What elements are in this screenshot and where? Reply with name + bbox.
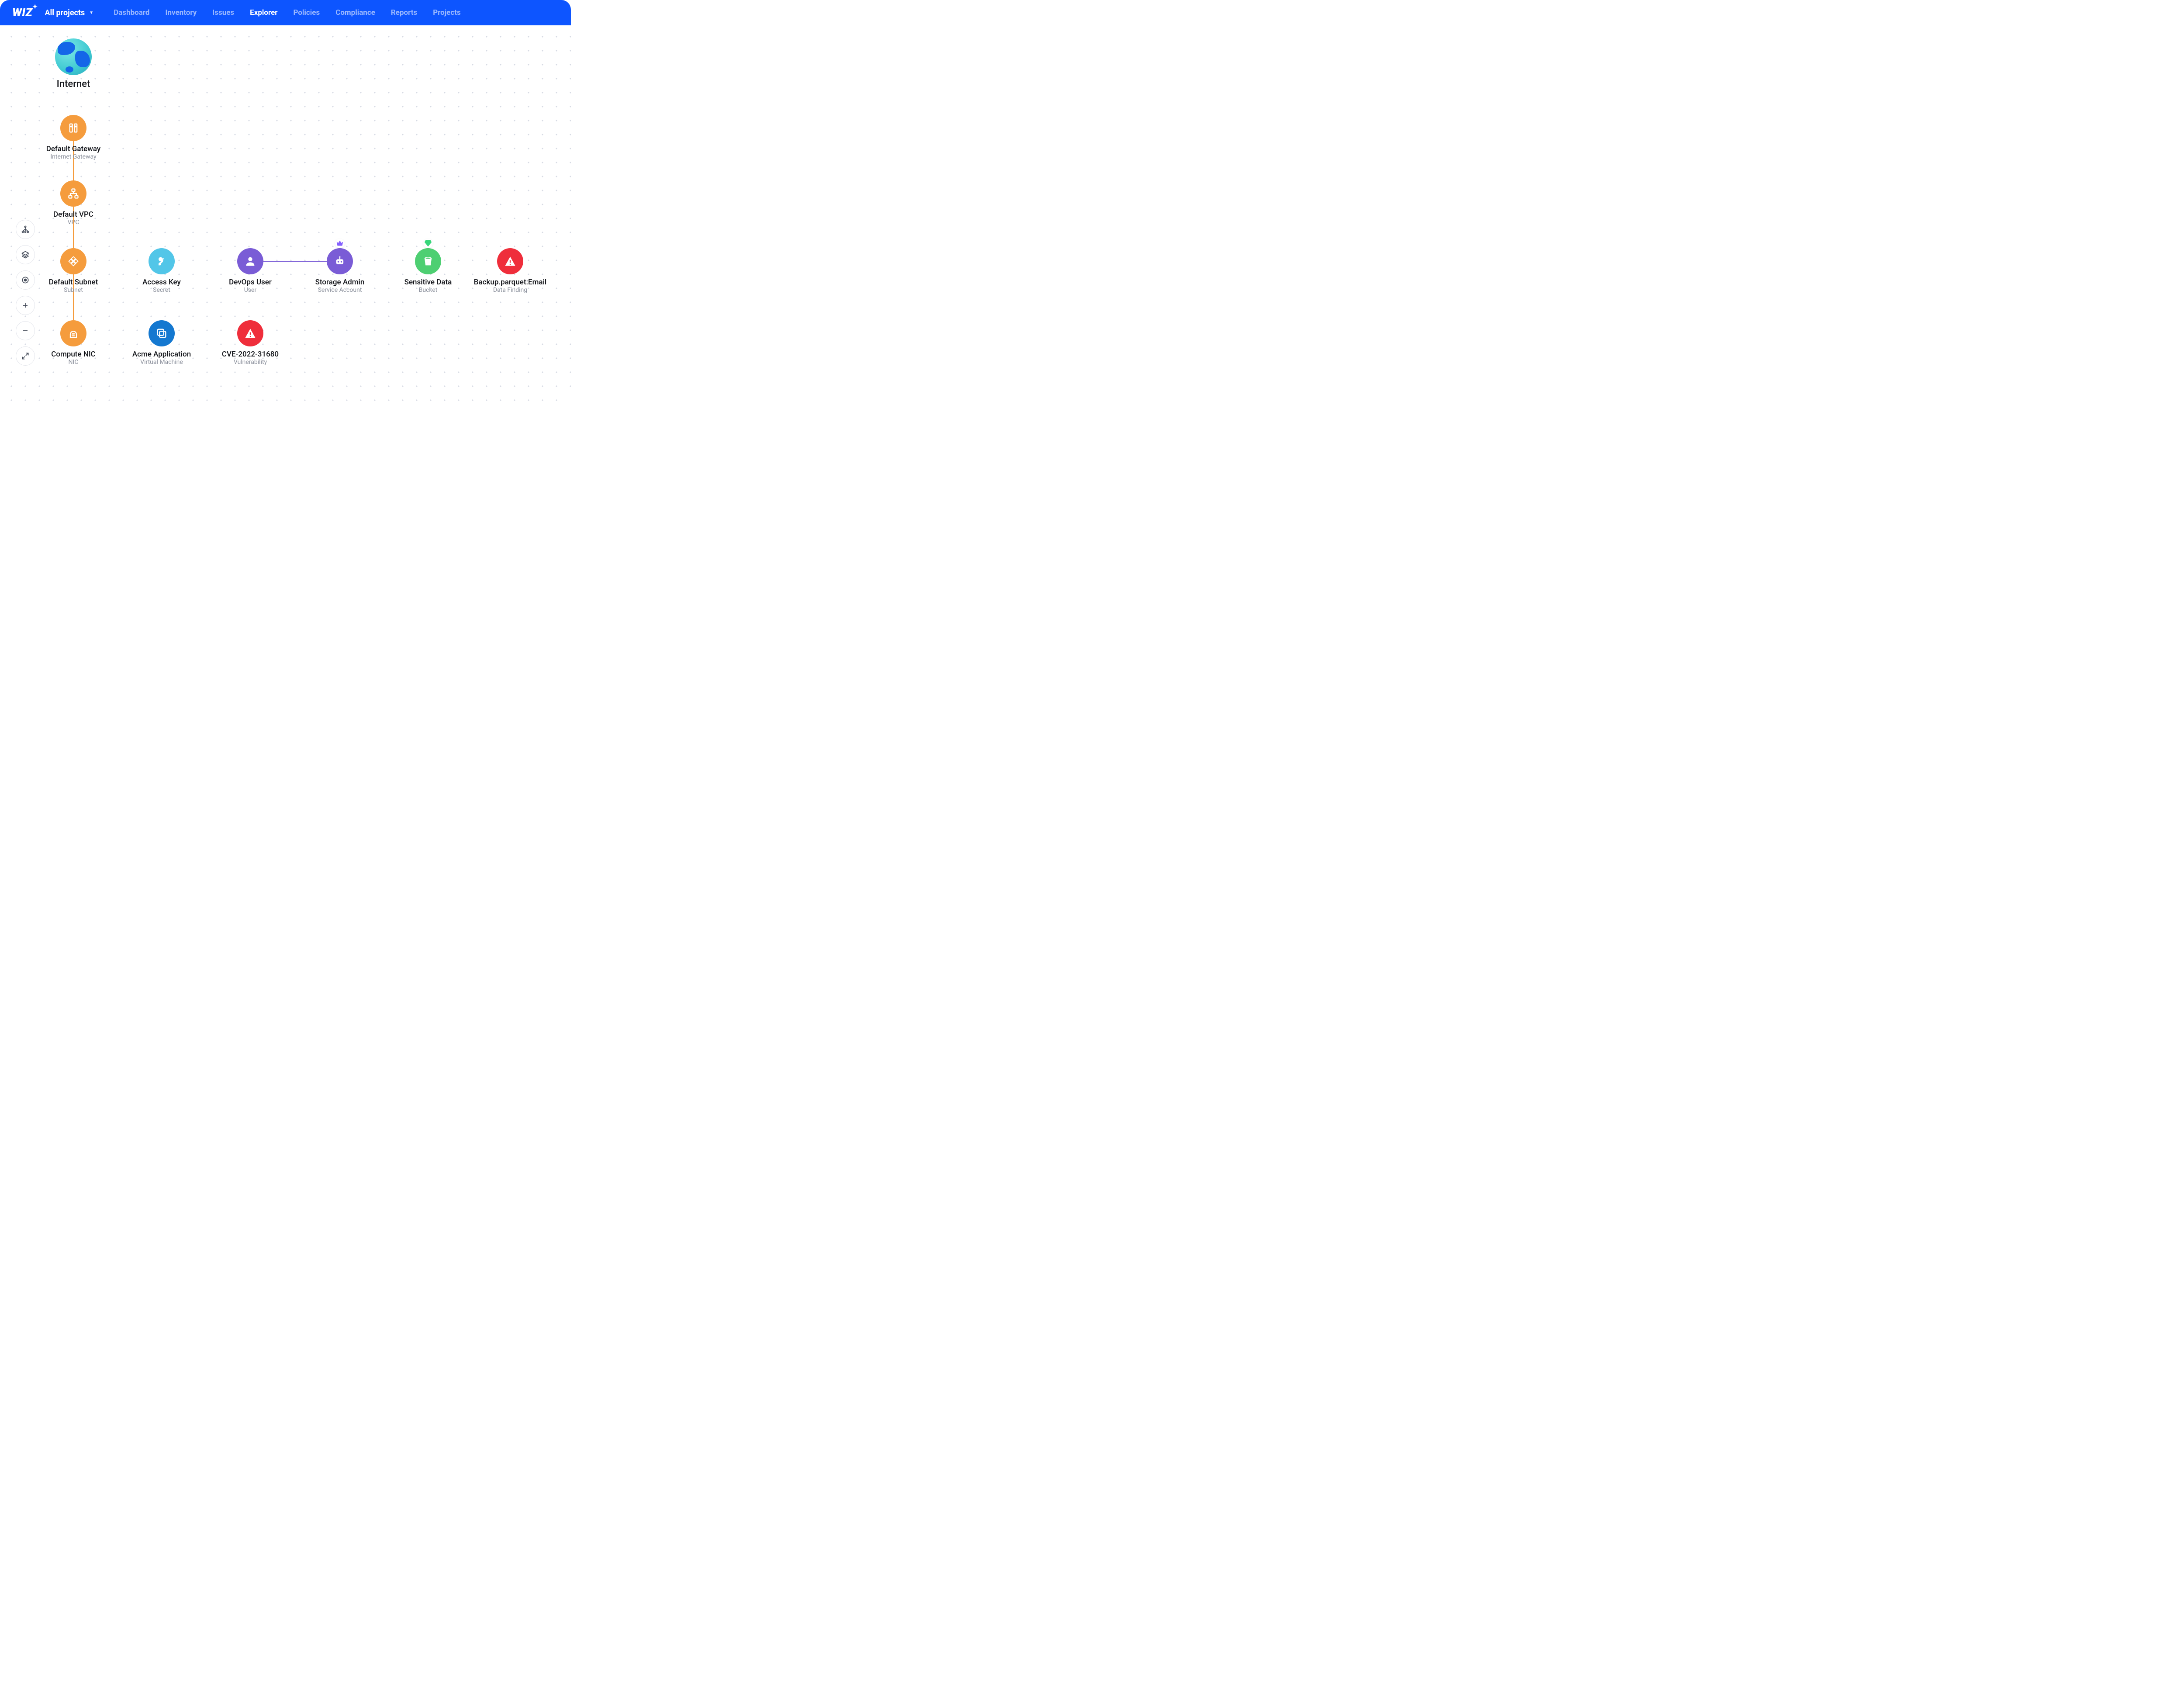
brand-logo[interactable]: WIZ ✦ (12, 6, 32, 19)
nav-issues[interactable]: Issues (212, 8, 234, 17)
node-label: Backup.parquet:Email (474, 278, 547, 287)
alert-icon (237, 320, 263, 346)
node-sublabel: Vulnerability (234, 359, 267, 366)
key-icon (149, 248, 175, 274)
node-nic[interactable]: Compute NIC NIC (30, 320, 117, 366)
nav-explorer[interactable]: Explorer (250, 8, 277, 17)
project-switcher-label: All projects (45, 8, 85, 17)
sparkle-icon: ✦ (32, 3, 38, 10)
nav-dashboard[interactable]: Dashboard (114, 8, 149, 17)
node-label: Sensitive Data (404, 278, 452, 287)
graph-toolbar (16, 220, 35, 366)
node-access-key[interactable]: Access Key Secret (118, 248, 205, 294)
node-label: CVE-2022-31680 (222, 350, 279, 359)
nav-inventory[interactable]: Inventory (165, 8, 197, 17)
node-subnet[interactable]: Default Subnet Subnet (30, 248, 117, 294)
node-sublabel: Subnet (64, 287, 83, 294)
network-icon (60, 180, 86, 207)
brand-text: WIZ (12, 6, 32, 19)
project-switcher[interactable]: All projects ▼ (45, 8, 93, 17)
node-cve[interactable]: CVE-2022-31680 Vulnerability (207, 320, 294, 366)
zoom-out-button[interactable] (16, 321, 35, 340)
nav-reports[interactable]: Reports (391, 8, 417, 17)
crown-badge-icon (335, 239, 345, 248)
nav-compliance[interactable]: Compliance (335, 8, 375, 17)
node-label: Access Key (142, 278, 181, 287)
node-sublabel: VPC (68, 219, 79, 226)
app-window: WIZ ✦ All projects ▼ Dashboard Inventory… (0, 0, 571, 404)
node-label: Default Subnet (49, 278, 98, 287)
node-sublabel: Virtual Machine (140, 359, 183, 366)
top-nav: WIZ ✦ All projects ▼ Dashboard Inventory… (0, 0, 571, 25)
node-gateway[interactable]: Default Gateway Internet Gateway (30, 115, 117, 160)
node-internet[interactable]: Internet (30, 38, 117, 90)
focus-button[interactable] (16, 270, 35, 290)
nav-projects[interactable]: Projects (433, 8, 460, 17)
zoom-in-button[interactable] (16, 296, 35, 315)
subnet-icon (60, 248, 86, 274)
node-vpc[interactable]: Default VPC VPC (30, 180, 117, 226)
node-sublabel: Bucket (419, 287, 438, 294)
node-devops-user[interactable]: DevOps User User (207, 248, 294, 294)
chevron-down-icon: ▼ (89, 10, 93, 15)
node-sublabel: Data Finding (493, 287, 527, 294)
node-sublabel: Secret (153, 287, 170, 294)
node-label: Acme Application (132, 350, 191, 359)
node-label: Default VPC (53, 210, 93, 219)
nav-policies[interactable]: Policies (293, 8, 320, 17)
node-sublabel: User (244, 287, 256, 294)
graph-canvas[interactable]: Internet Default Gateway Internet Gatewa… (0, 25, 571, 404)
globe-icon (55, 38, 92, 75)
node-sublabel: NIC (69, 359, 79, 366)
diamond-badge-icon (423, 239, 433, 248)
node-data-finding[interactable]: Backup.parquet:Email Data Finding (467, 248, 554, 294)
node-sublabel: Internet Gateway (50, 153, 96, 160)
node-sublabel: Service Account (318, 287, 362, 294)
node-vm[interactable]: Acme Application Virtual Machine (118, 320, 205, 366)
nic-icon (60, 320, 86, 346)
main-nav: Dashboard Inventory Issues Explorer Poli… (114, 8, 461, 17)
vm-icon (149, 320, 175, 346)
node-label: Default Gateway (46, 145, 101, 153)
bucket-icon (415, 248, 441, 274)
node-label: DevOps User (229, 278, 272, 287)
graph-tree-button[interactable] (16, 220, 35, 239)
fullscreen-button[interactable] (16, 346, 35, 366)
user-icon (237, 248, 263, 274)
node-storage-admin[interactable]: Storage Admin Service Account (296, 248, 384, 294)
node-label: Storage Admin (315, 278, 365, 287)
robot-icon (327, 248, 353, 274)
node-label: Internet (57, 79, 90, 90)
node-sensitive-data[interactable]: Sensitive Data Bucket (384, 248, 472, 294)
node-label: Compute NIC (51, 350, 96, 359)
layers-button[interactable] (16, 245, 35, 264)
gateway-icon (60, 115, 86, 141)
alert-icon (497, 248, 523, 274)
